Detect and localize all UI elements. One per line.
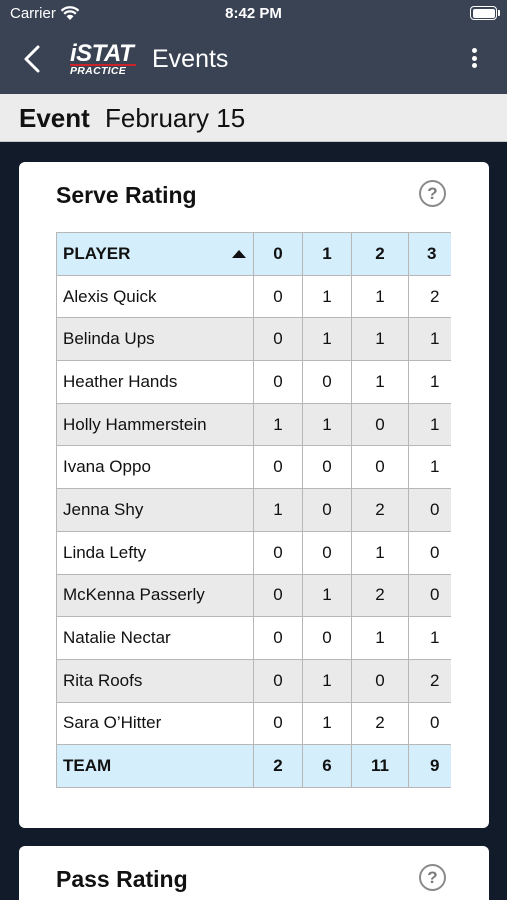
event-header: Event February 15 (0, 94, 507, 142)
rating-count-cell: 1 (408, 402, 451, 447)
player-name-cell: Linda Lefty (56, 530, 254, 575)
clock: 8:42 PM (225, 5, 282, 22)
player-name-cell: Sara O’Hitter (56, 701, 254, 746)
rating-count-cell: 0 (253, 360, 303, 404)
rating-count-cell: 0 (302, 530, 352, 575)
rating-count-cell: 2 (408, 658, 451, 703)
rating-count-cell: 0 (351, 445, 409, 490)
nav-bar: iSTAT PRACTICE Events (0, 28, 507, 94)
table-row: Jenna Shy 1 0 2 0 (56, 488, 451, 532)
table-row: Belinda Ups 0 1 1 1 (56, 317, 451, 362)
rating-count-cell: 1 (302, 573, 352, 618)
more-options-icon[interactable] (469, 44, 479, 72)
serve-rating-card: Serve Rating ? PLAYER 0 1 2 3 Alexis Qui… (19, 162, 489, 828)
rating-count-cell: 2 (408, 274, 451, 319)
team-label-cell: TEAM (56, 744, 254, 788)
player-name-cell: Ivana Oppo (56, 445, 254, 490)
istat-logo: iSTAT PRACTICE (70, 42, 138, 78)
rating-count-cell: 0 (302, 360, 352, 404)
rating-count-cell: 0 (253, 701, 303, 746)
status-bar: Carrier 8:42 PM (0, 0, 507, 28)
rating-count-cell: 1 (253, 488, 303, 532)
player-name-cell: Natalie Nectar (56, 616, 254, 660)
rating-count-cell: 1 (351, 317, 409, 362)
event-date: February 15 (105, 103, 246, 133)
rating-count-cell: 1 (302, 274, 352, 319)
player-name-cell: Holly Hammerstein (56, 402, 254, 447)
help-icon[interactable]: ? (419, 864, 446, 891)
player-name-cell: Rita Roofs (56, 658, 254, 703)
rating-count-cell: 0 (253, 274, 303, 319)
player-name-cell: Jenna Shy (56, 488, 254, 532)
rating-count-cell: 2 (351, 488, 409, 532)
column-header-2[interactable]: 2 (351, 232, 409, 276)
rating-count-cell: 0 (408, 530, 451, 575)
team-total-cell: 2 (253, 744, 303, 788)
rating-count-cell: 1 (351, 616, 409, 660)
rating-count-cell: 1 (408, 360, 451, 404)
team-total-cell: 9 (408, 744, 451, 788)
rating-count-cell: 0 (302, 445, 352, 490)
rating-count-cell: 2 (351, 573, 409, 618)
table-row: McKenna Passerly 0 1 2 0 (56, 573, 451, 618)
table-header-row: PLAYER 0 1 2 3 (56, 232, 451, 276)
table-row: Holly Hammerstein 1 1 0 1 (56, 402, 451, 447)
player-name-cell: Belinda Ups (56, 317, 254, 362)
rating-count-cell: 0 (351, 402, 409, 447)
app-header: Carrier 8:42 PM iSTAT PRACTICE Events (0, 0, 507, 94)
table-row: Rita Roofs 0 1 0 2 (56, 658, 451, 703)
rating-count-cell: 1 (302, 402, 352, 447)
rating-count-cell: 0 (302, 616, 352, 660)
pass-rating-card: Pass Rating ? (19, 846, 489, 900)
player-name-cell: McKenna Passerly (56, 573, 254, 618)
column-header-1[interactable]: 1 (302, 232, 352, 276)
rating-count-cell: 0 (253, 317, 303, 362)
rating-count-cell: 0 (408, 488, 451, 532)
team-total-cell: 11 (351, 744, 409, 788)
column-header-3[interactable]: 3 (408, 232, 451, 276)
rating-count-cell: 0 (408, 573, 451, 618)
rating-count-cell: 0 (253, 530, 303, 575)
player-name-cell: Heather Hands (56, 360, 254, 404)
page-title: Events (152, 45, 229, 73)
serve-rating-table: PLAYER 0 1 2 3 Alexis Quick 0 1 1 2 Belinda U… (56, 232, 451, 788)
rating-count-cell: 1 (351, 274, 409, 319)
help-icon[interactable]: ? (419, 180, 446, 207)
rating-count-cell: 1 (302, 658, 352, 703)
table-row: Alexis Quick 0 1 1 2 (56, 274, 451, 319)
team-total-row: TEAM 2 6 11 9 (56, 744, 451, 788)
rating-count-cell: 1 (408, 317, 451, 362)
table-row: Linda Lefty 0 0 1 0 (56, 530, 451, 575)
table-row: Sara O’Hitter 0 1 2 0 (56, 701, 451, 746)
column-header-player[interactable]: PLAYER (56, 232, 254, 276)
table-row: Natalie Nectar 0 0 1 1 (56, 616, 451, 660)
rating-count-cell: 1 (302, 701, 352, 746)
team-total-cell: 6 (302, 744, 352, 788)
serve-rating-table-scroll[interactable]: PLAYER 0 1 2 3 Alexis Quick 0 1 1 2 Belinda U… (56, 232, 451, 788)
column-header-0[interactable]: 0 (253, 232, 303, 276)
serve-rating-title: Serve Rating (56, 182, 197, 208)
rating-count-cell: 0 (253, 573, 303, 618)
rating-count-cell: 0 (302, 488, 352, 532)
rating-count-cell: 1 (408, 616, 451, 660)
table-row: Heather Hands 0 0 1 1 (56, 360, 451, 404)
table-row: Ivana Oppo 0 0 0 1 (56, 445, 451, 490)
rating-count-cell: 1 (351, 530, 409, 575)
back-chevron-icon[interactable] (18, 42, 48, 76)
sort-ascending-icon (232, 250, 246, 258)
rating-count-cell: 0 (253, 445, 303, 490)
rating-count-cell: 0 (253, 658, 303, 703)
rating-count-cell: 1 (302, 317, 352, 362)
rating-count-cell: 0 (351, 658, 409, 703)
rating-count-cell: 0 (408, 701, 451, 746)
rating-count-cell: 2 (351, 701, 409, 746)
rating-count-cell: 1 (253, 402, 303, 447)
rating-count-cell: 1 (351, 360, 409, 404)
rating-count-cell: 0 (253, 616, 303, 660)
event-label: Event (19, 103, 90, 133)
rating-count-cell: 1 (408, 445, 451, 490)
player-name-cell: Alexis Quick (56, 274, 254, 319)
battery-icon (470, 6, 500, 20)
pass-rating-title: Pass Rating (56, 866, 188, 892)
